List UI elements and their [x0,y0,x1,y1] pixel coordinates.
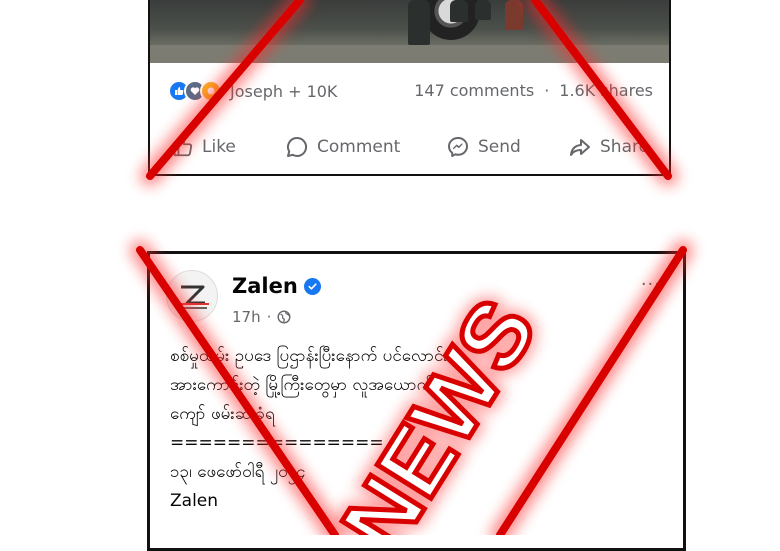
comment-button[interactable]: Comment [285,132,400,162]
like-label: Like [202,137,236,157]
photo-person [408,0,430,45]
post-photo[interactable] [150,0,669,63]
reaction-count-label: Joseph + 10K [230,81,338,101]
share-arrow-icon [570,139,590,156]
more-options-button[interactable]: ··· [641,274,661,295]
care-reaction-icon [200,80,222,102]
post-author[interactable]: Zalen [232,274,321,298]
messenger-icon [448,137,468,157]
thumbs-up-icon [173,136,193,157]
photo-person [505,0,523,30]
zalen-logo-icon [175,285,209,309]
facebook-post-zalen: Zalen 17h · ··· စစ်မှုထမ်း ဥပဒေ ပြဌာန်းပ… [147,251,686,551]
post-time[interactable]: 17h [232,308,261,326]
post-line: ကျော် ဖမ်းဆီးခံရ [170,404,275,424]
share-button[interactable]: Share [568,132,649,162]
like-button[interactable]: Like [172,132,236,162]
post-body: စစ်မှုထမ်း ဥပဒေ ပြဌာန်းပြီးနောက် ပင်လောင… [170,342,670,516]
comments-count[interactable]: 147 comments [414,81,534,100]
send-button[interactable]: Send [446,132,521,162]
photo-ground [150,45,669,63]
reaction-summary[interactable]: Joseph + 10K [168,80,337,102]
shares-count[interactable]: 1.6K shares [559,81,653,100]
post-meta: 17h · [232,308,291,326]
post-action-bar: Like Comment Send Share [150,132,669,162]
photo-person [475,0,491,20]
post-line: စစ်မှုထမ်း ဥပဒေ ပြဌာန်းပြီးနောက် ပင်လောင… [170,346,458,366]
verified-badge-icon [303,277,321,295]
page-avatar[interactable] [166,270,218,322]
author-name[interactable]: Zalen [232,274,298,298]
globe-icon [277,310,291,324]
engagement-counts: 147 comments · 1.6K shares [414,81,653,100]
comment-bubble-icon [287,136,308,157]
send-label: Send [478,137,521,157]
photo-person [450,0,468,22]
post-separator-line: =============== [170,433,384,453]
post-signature: Zalen [170,491,219,511]
post-line: အားကောင်းတဲ့ မြို့ကြီးတွေမှာ လူအယောက် ၁၀… [170,375,468,395]
facebook-post-top: Joseph + 10K 147 comments · 1.6K shares Li… [148,0,671,176]
post-date-line: ၁၃၊ ဖေဖော်ဝါရီ ၂၀၂၄ [170,462,306,482]
comment-label: Comment [317,137,401,157]
separator-dot: · [266,308,272,326]
separator-dot: · [544,81,550,100]
share-label: Share [600,137,650,157]
